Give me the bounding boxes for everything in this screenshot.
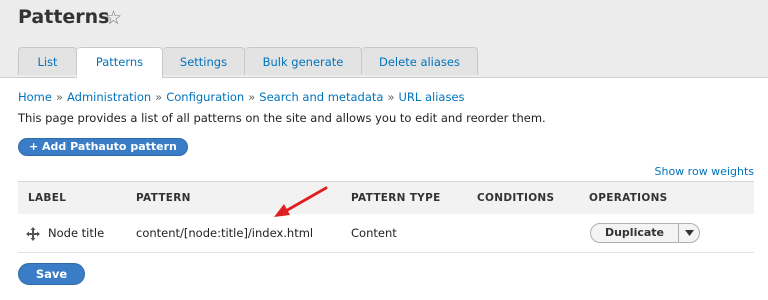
page-header: Patterns ☆ List Patterns Settings Bulk g… [0,0,768,78]
header-conditions: CONDITIONS [477,192,555,204]
page-title: Patterns [18,6,110,28]
tab-patterns[interactable]: Patterns [77,47,163,78]
chevron-down-icon [685,230,694,236]
breadcrumb-separator: » [387,90,395,104]
drag-handle-icon[interactable] [26,226,40,241]
tab-list[interactable]: List [18,47,77,75]
header-operations: OPERATIONS [589,192,668,204]
row-label: Node title [48,226,105,240]
save-button[interactable]: Save [18,263,85,285]
breadcrumb-administration[interactable]: Administration [67,90,151,104]
table-header: LABEL PATTERN PATTERN TYPE CONDITIONS OP… [18,181,754,215]
breadcrumb-separator: » [55,90,64,104]
breadcrumb-url-aliases[interactable]: URL aliases [399,90,465,104]
operations-dropbutton: Duplicate [590,223,700,243]
breadcrumb: Home» Administration» Configuration» Search… [18,90,465,104]
header-pattern: PATTERN [136,192,191,204]
breadcrumb-search-metadata[interactable]: Search and metadata [259,90,383,104]
table-row: Node title content/[node:title]/index.ht… [18,214,754,253]
breadcrumb-separator: » [248,90,256,104]
add-pathauto-pattern-button[interactable]: + Add Pathauto pattern [18,138,188,156]
breadcrumb-home[interactable]: Home [18,90,52,104]
header-label: LABEL [28,192,67,204]
breadcrumb-configuration[interactable]: Configuration [166,90,244,104]
tab-settings[interactable]: Settings [163,47,245,75]
annotation-arrow-icon [274,186,328,217]
tab-bulk-generate[interactable]: Bulk generate [245,47,362,75]
operations-toggle[interactable] [678,224,699,242]
row-pattern-type: Content [351,226,397,240]
star-icon[interactable]: ☆ [105,7,122,29]
show-row-weights-link[interactable]: Show row weights [655,165,755,178]
tab-bar: List Patterns Settings Bulk generate Del… [18,47,478,78]
header-pattern-type: PATTERN TYPE [351,192,441,204]
breadcrumb-separator: » [155,90,163,104]
duplicate-button[interactable]: Duplicate [591,224,678,242]
page-description: This page provides a list of all pattern… [18,111,546,125]
tab-delete-aliases[interactable]: Delete aliases [362,47,478,75]
